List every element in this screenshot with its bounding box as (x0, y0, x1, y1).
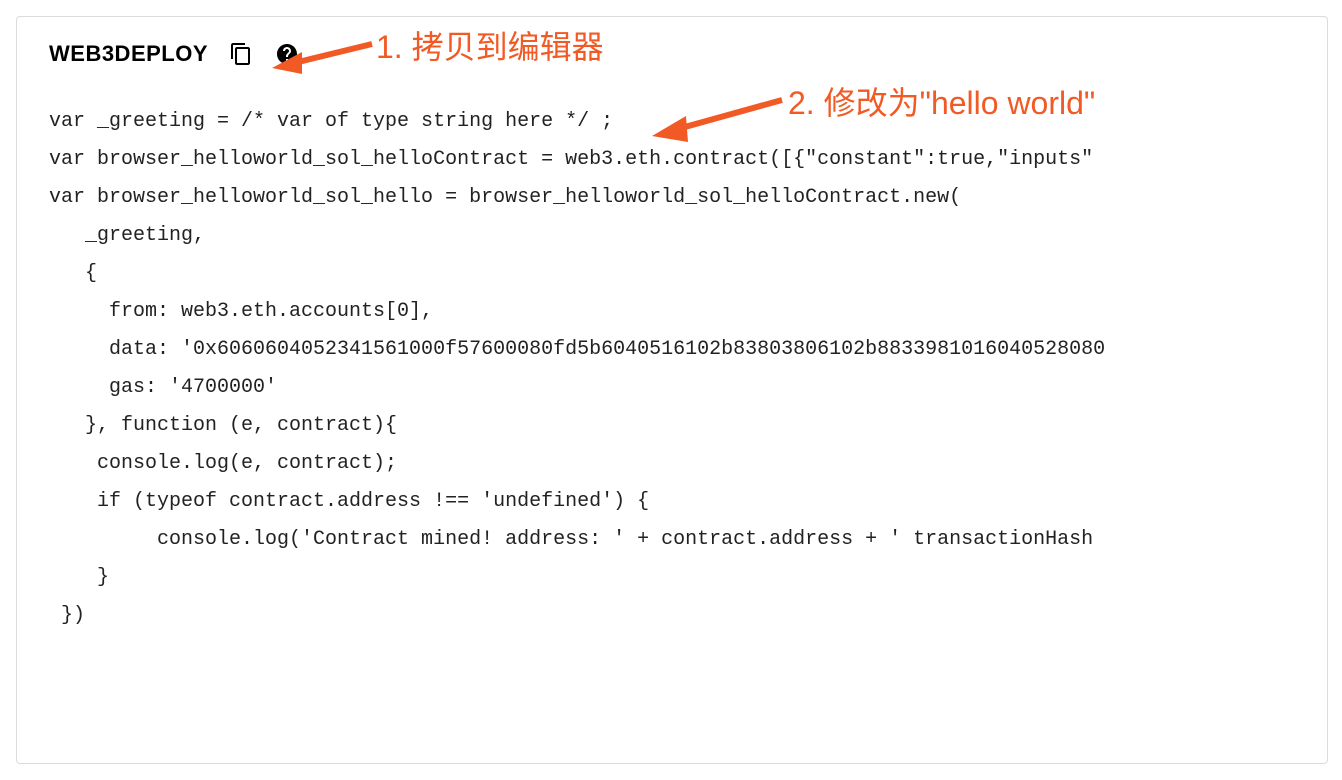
code-line: if (typeof contract.address !== 'undefin… (49, 490, 649, 513)
code-block: var _greeting = /* var of type string he… (17, 79, 1327, 663)
code-line: var _greeting = /* var of type string he… (49, 110, 613, 133)
web3deploy-panel: WEB3DEPLOY var _greeting = /* var of typ… (16, 16, 1328, 764)
copy-icon[interactable] (228, 41, 254, 67)
code-line: { (49, 262, 97, 285)
code-line: var browser_helloworld_sol_helloContract… (49, 148, 1093, 171)
code-line: data: '0x6060604052341561000f57600080fd5… (49, 338, 1105, 361)
code-line: from: web3.eth.accounts[0], (49, 300, 445, 323)
code-line: _greeting, (49, 224, 205, 247)
panel-title: WEB3DEPLOY (49, 41, 208, 67)
help-icon[interactable] (274, 41, 300, 67)
code-line: console.log('Contract mined! address: ' … (49, 528, 1093, 551)
code-line: gas: '4700000' (49, 376, 277, 399)
code-line: } (49, 566, 109, 589)
code-line: }, function (e, contract){ (49, 414, 397, 437)
panel-header: WEB3DEPLOY (17, 17, 1327, 79)
code-line: var browser_helloworld_sol_hello = brows… (49, 186, 961, 209)
code-line: console.log(e, contract); (49, 452, 397, 475)
code-line: }) (49, 604, 85, 627)
